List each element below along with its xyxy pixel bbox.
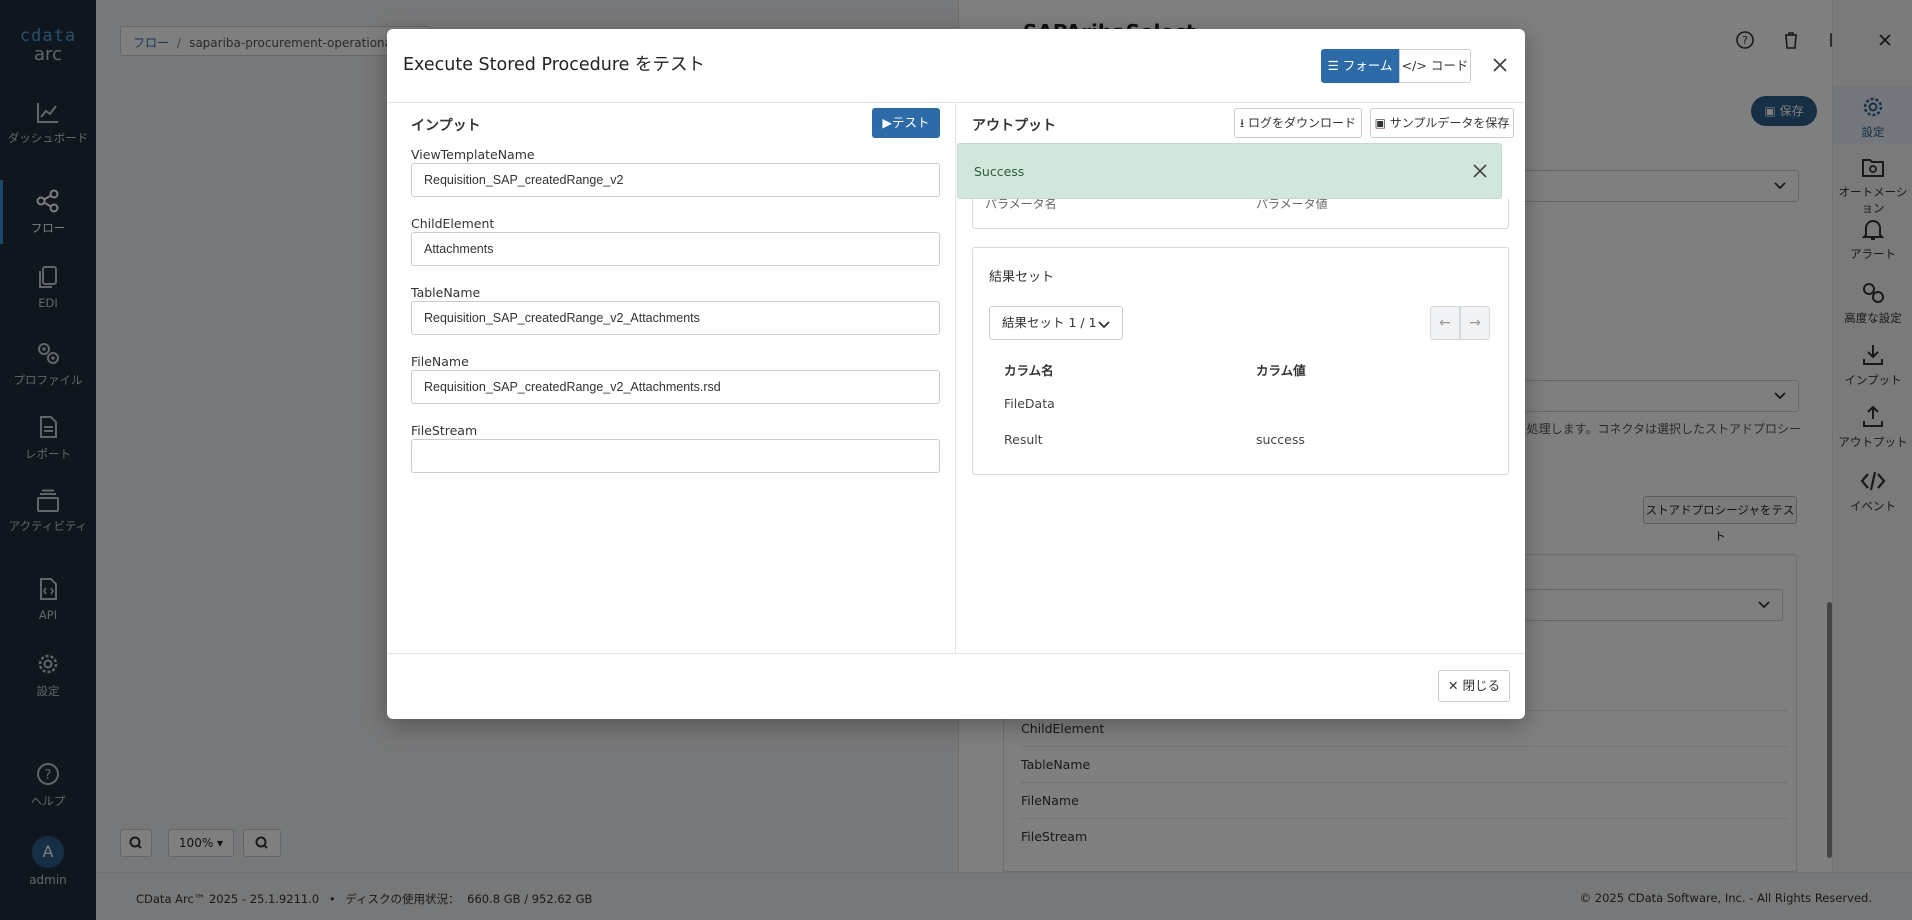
play-icon: ▶ xyxy=(882,115,893,130)
resultset-select[interactable]: 結果セット 1 / 1 xyxy=(989,306,1123,340)
dialog-header: Execute Stored Procedure をテスト ☰ フォーム </>… xyxy=(387,29,1525,103)
params-col-value: パラメータ値 xyxy=(1256,199,1328,211)
output-section: アウトプット ⭳ ログをダウンロード ▣ サンプルデータを保存 パラメータ名 パ… xyxy=(956,103,1525,653)
input-title: インプット xyxy=(411,118,481,134)
tab-code[interactable]: </> コード xyxy=(1399,49,1471,83)
alert-text: Success xyxy=(974,164,1025,179)
field-label: TableName xyxy=(411,285,481,300)
dialog-footer: ✕ 閉じる xyxy=(387,653,1525,719)
success-alert: Success xyxy=(957,143,1502,199)
tab-code-label: コード xyxy=(1430,58,1469,73)
field-label: FileStream xyxy=(411,423,478,438)
tab-form-label: フォーム xyxy=(1342,58,1393,73)
tablename-field[interactable] xyxy=(411,301,940,335)
close-icon[interactable] xyxy=(1471,162,1489,180)
resultset-title: 結果セット xyxy=(989,270,1055,285)
field-label: ViewTemplateName xyxy=(411,147,535,162)
next-page-button[interactable]: → xyxy=(1460,306,1490,340)
save-sample-button[interactable]: ▣ サンプルデータを保存 xyxy=(1370,108,1514,138)
test-procedure-dialog: Execute Stored Procedure をテスト ☰ フォーム </>… xyxy=(387,29,1525,719)
result-cell-name: Result xyxy=(1004,432,1043,447)
save-icon: ▣ xyxy=(1374,116,1386,130)
input-section: インプット ▶テスト ViewTemplateName ChildElement… xyxy=(387,103,956,653)
close-icon: ✕ xyxy=(1448,678,1459,693)
download-icon: ⭳ xyxy=(1239,116,1245,130)
test-button[interactable]: ▶テスト xyxy=(872,108,940,138)
filename-field[interactable] xyxy=(411,370,940,404)
close-button[interactable]: ✕ 閉じる xyxy=(1438,670,1510,702)
column-header-value: カラム値 xyxy=(1256,363,1306,378)
params-col-name: パラメータ名 xyxy=(985,199,1057,211)
download-log-label: ログをダウンロード xyxy=(1248,116,1357,130)
arrow-left-icon: ← xyxy=(1439,315,1451,331)
result-cell-name: FileData xyxy=(1004,396,1055,411)
field-label: ChildElement xyxy=(411,216,495,231)
code-icon: </> xyxy=(1401,58,1427,73)
resultset-select-value: 結果セット 1 / 1 xyxy=(1002,315,1097,330)
list-icon: ☰ xyxy=(1327,58,1339,73)
resultset-box: 結果セット 結果セット 1 / 1 ← → カラム名 カラム値 FileData… xyxy=(972,247,1509,475)
close-icon[interactable] xyxy=(1490,55,1510,75)
output-title: アウトプット xyxy=(972,118,1056,134)
chevron-down-icon xyxy=(1098,318,1110,330)
save-sample-label: サンプルデータを保存 xyxy=(1389,116,1510,130)
parameters-box: パラメータ名 パラメータ値 xyxy=(972,199,1509,229)
childelement-field[interactable] xyxy=(411,232,940,266)
dialog-title: Execute Stored Procedure をテスト xyxy=(403,55,705,75)
column-header-name: カラム名 xyxy=(1004,363,1054,378)
viewtemplatename-field[interactable] xyxy=(411,163,940,197)
download-log-button[interactable]: ⭳ ログをダウンロード xyxy=(1234,108,1362,138)
prev-page-button[interactable]: ← xyxy=(1430,306,1460,340)
filestream-field[interactable] xyxy=(411,439,940,473)
tab-form[interactable]: ☰ フォーム xyxy=(1321,49,1399,83)
close-label: 閉じる xyxy=(1462,678,1500,693)
result-cell-value: success xyxy=(1256,432,1305,447)
field-label: FileName xyxy=(411,354,469,369)
test-label: テスト xyxy=(892,115,930,130)
arrow-right-icon: → xyxy=(1469,315,1481,331)
